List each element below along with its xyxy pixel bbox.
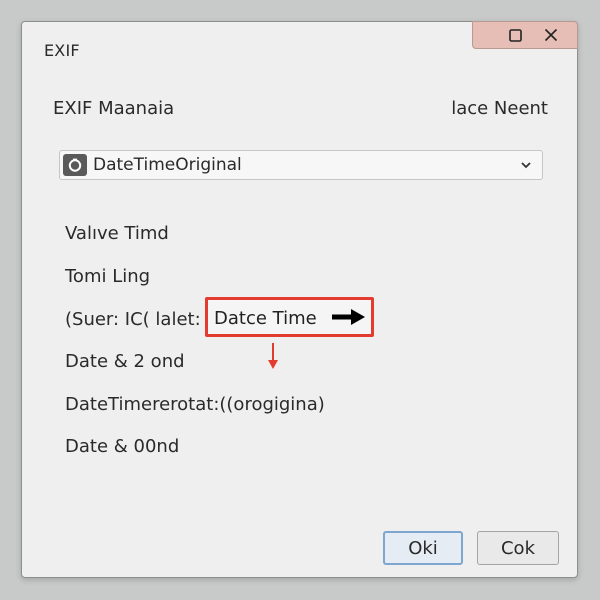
close-icon: [544, 28, 558, 42]
field-row: DateTimererotat:((orogigina): [65, 394, 325, 415]
field-row: Date & 00nd: [65, 436, 180, 457]
ok-button[interactable]: Oki: [383, 531, 463, 565]
field-row: Valıve Timd: [65, 223, 169, 244]
exif-tag-dropdown[interactable]: DateTimeOriginal: [59, 150, 543, 180]
close-button[interactable]: [543, 27, 559, 43]
highlighted-field-label: Datce Time: [214, 308, 317, 329]
exif-dialog: EXIF EXIF Maanaia lace Neent DateTimeOri…: [21, 21, 578, 578]
window-title: EXIF: [44, 41, 80, 60]
window-controls: [472, 21, 578, 49]
camera-icon: [63, 154, 87, 176]
arrow-down-icon: [268, 343, 278, 369]
field-row: (Suer: IC( lalet:: [65, 309, 201, 330]
header-right-label: lace Neent: [451, 98, 548, 119]
arrow-right-icon: [332, 309, 365, 325]
chevron-down-icon: [521, 162, 531, 169]
cancel-button[interactable]: Cok: [477, 531, 559, 565]
dropdown-value: DateTimeOriginal: [93, 155, 242, 175]
field-row: Date & 2 ond: [65, 351, 185, 372]
field-row: Tomi Ling: [65, 266, 151, 287]
maximize-button[interactable]: [507, 27, 523, 43]
maximize-icon: [508, 28, 522, 42]
highlighted-datetime-field[interactable]: Datce Time: [205, 297, 374, 337]
header-left-label: EXIF Maanaia: [53, 98, 175, 119]
